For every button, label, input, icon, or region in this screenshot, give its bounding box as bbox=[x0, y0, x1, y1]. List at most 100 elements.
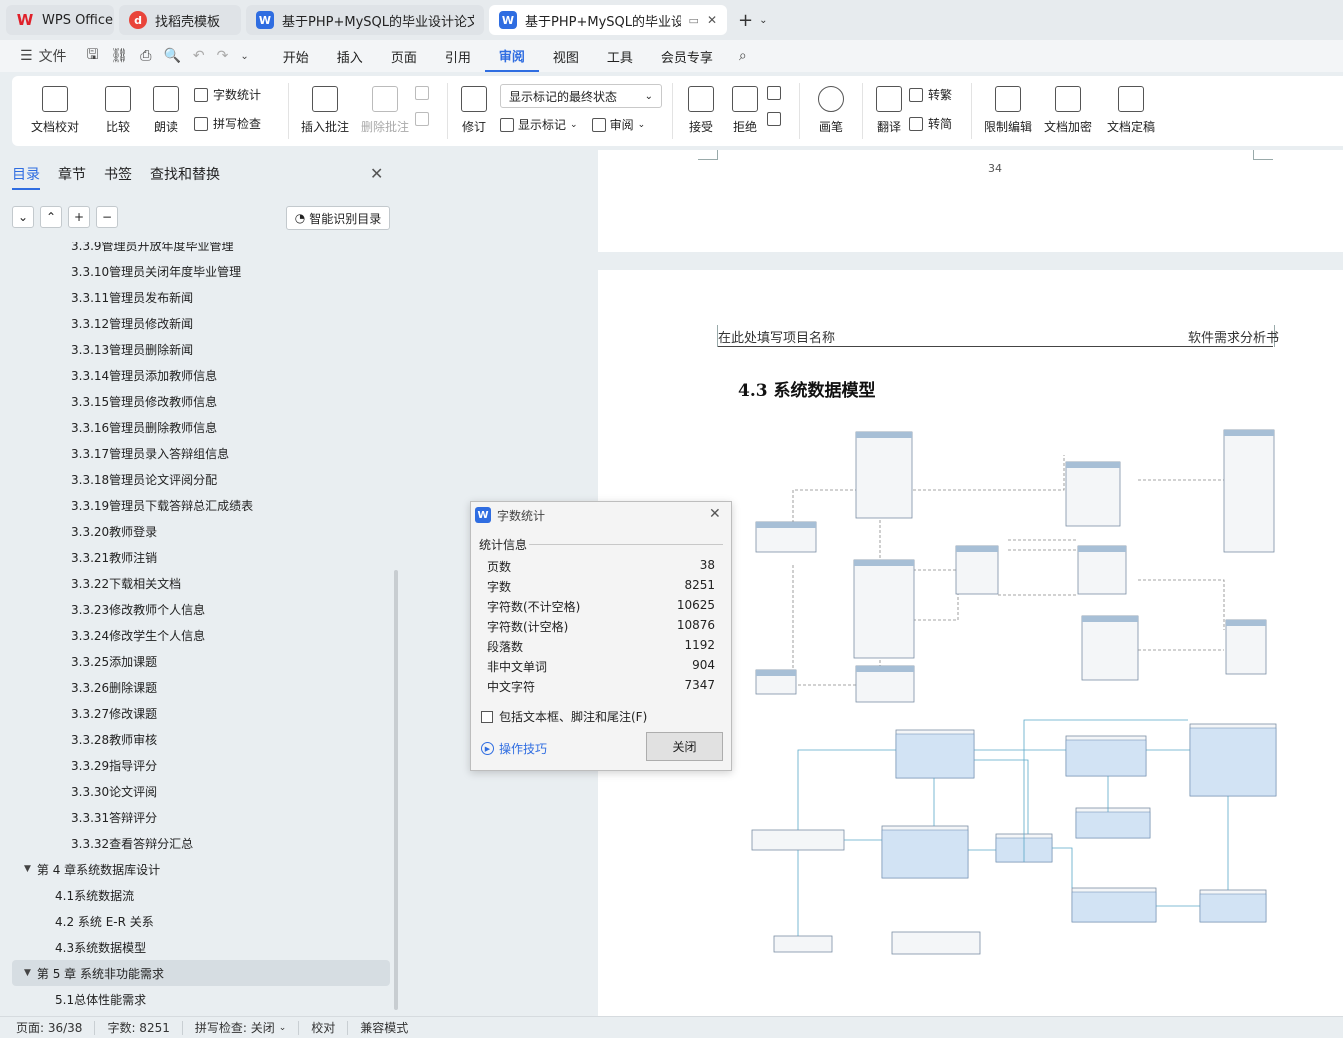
tab-document-1[interactable]: W 基于PHP+MySQL的毕业设计论文管理 bbox=[246, 5, 484, 35]
remove-heading-button[interactable]: − bbox=[96, 206, 118, 228]
close-icon[interactable]: ✕ bbox=[709, 506, 721, 522]
word-count-button[interactable]: 字数统计 bbox=[194, 86, 282, 103]
read-aloud-button[interactable]: 朗读 bbox=[138, 76, 194, 146]
add-heading-button[interactable]: + bbox=[68, 206, 90, 228]
toc-item[interactable]: 3.3.12管理员修改新闻 bbox=[0, 310, 392, 336]
expand-arrow-icon[interactable]: ▼ bbox=[24, 968, 31, 978]
toc-scrollbar[interactable] bbox=[394, 570, 398, 1010]
tab-wps-office[interactable]: W WPS Office bbox=[6, 5, 114, 35]
menu-start[interactable]: 开始 bbox=[269, 40, 323, 72]
nav-tab-chapters[interactable]: 章节 bbox=[58, 164, 86, 190]
toc-item[interactable]: 4.2 系统 E-R 关系 bbox=[0, 908, 392, 934]
toc-item[interactable]: 3.3.13管理员删除新闻 bbox=[0, 336, 392, 362]
redo-icon[interactable]: ↷ bbox=[211, 40, 235, 72]
nav-tab-find-replace[interactable]: 查找和替换 bbox=[150, 164, 220, 190]
toc-item[interactable]: 3.3.29指导评分 bbox=[0, 752, 392, 778]
save-icon[interactable]: 🖫 bbox=[81, 40, 105, 72]
collapse-down-button[interactable]: ⌄ bbox=[12, 206, 34, 228]
toc-item[interactable]: ▼ 第 5 章 系统非功能需求 bbox=[12, 960, 390, 986]
smart-toc-button[interactable]: ◔ 智能识别目录 bbox=[286, 206, 390, 230]
toc-item[interactable]: 3.3.27修改课题 bbox=[0, 700, 392, 726]
restrict-edit-button[interactable]: 限制编辑 bbox=[978, 76, 1038, 146]
nav-tab-toc[interactable]: 目录 bbox=[12, 164, 40, 190]
menu-reference[interactable]: 引用 bbox=[431, 40, 485, 72]
toc-item[interactable]: 3.3.16管理员删除教师信息 bbox=[0, 414, 392, 440]
toc-item[interactable]: 3.3.31答辩评分 bbox=[0, 804, 392, 830]
finalize-button[interactable]: 文档定稿 bbox=[1098, 76, 1164, 146]
delete-comment-button[interactable]: 删除批注 bbox=[355, 76, 415, 146]
toc-item[interactable]: 3.3.28教师审核 bbox=[0, 726, 392, 752]
checkbox-box[interactable] bbox=[481, 710, 493, 723]
revise-button[interactable]: 修订 bbox=[454, 76, 494, 146]
toc-item[interactable]: 3.3.26删除课题 bbox=[0, 674, 392, 700]
toc-item[interactable]: 3.3.30论文评阅 bbox=[0, 778, 392, 804]
toc-item[interactable]: ▼ 第 4 章系统数据库设计 bbox=[0, 856, 392, 882]
previous-comment-icon[interactable] bbox=[415, 86, 441, 100]
toc-item[interactable]: 3.3.10管理员关闭年度毕业管理 bbox=[0, 258, 392, 284]
to-simplified-button[interactable]: 转简 bbox=[909, 115, 965, 132]
print-icon[interactable]: ⎙ bbox=[134, 40, 157, 72]
toc-item[interactable]: 3.3.18管理员论文评阅分配 bbox=[0, 466, 392, 492]
close-tab-icon[interactable]: ✕ bbox=[707, 13, 717, 27]
nav-tab-bookmarks[interactable]: 书签 bbox=[104, 164, 132, 190]
to-traditional-button[interactable]: 转繁 bbox=[909, 86, 965, 103]
toc-item[interactable]: 3.3.20教师登录 bbox=[0, 518, 392, 544]
toc-item[interactable]: 3.3.9管理员开放年度毕业管理 bbox=[0, 242, 392, 258]
include-textbox-checkbox[interactable]: 包括文本框、脚注和尾注(F) bbox=[481, 708, 647, 725]
toc-item[interactable]: 3.3.17管理员录入答辩组信息 bbox=[0, 440, 392, 466]
toc-item[interactable]: 3.3.23修改教师个人信息 bbox=[0, 596, 392, 622]
file-menu[interactable]: ☰ 文件 bbox=[14, 40, 73, 72]
toc-item[interactable]: 3.3.15管理员修改教师信息 bbox=[0, 388, 392, 414]
toc-item[interactable]: 4.1系统数据流 bbox=[0, 882, 392, 908]
accept-button[interactable]: 接受 bbox=[679, 76, 723, 146]
reject-button[interactable]: 拒绝 bbox=[723, 76, 767, 146]
link-icon[interactable]: ⛓ bbox=[105, 40, 135, 72]
show-markup-button[interactable]: 显示标记 ⌄ bbox=[500, 116, 578, 133]
monitor-icon[interactable]: ▭ bbox=[689, 14, 699, 27]
toc-item[interactable]: 3.3.24修改学生个人信息 bbox=[0, 622, 392, 648]
review-pane-button[interactable]: 审阅 ⌄ bbox=[591, 116, 645, 133]
close-button[interactable]: 关闭 bbox=[646, 732, 723, 761]
spell-check-button[interactable]: 拼写检查 bbox=[194, 115, 282, 132]
status-spell[interactable]: 拼写检查: 关闭 ⌄ bbox=[183, 1020, 300, 1035]
menu-tools[interactable]: 工具 bbox=[593, 40, 647, 72]
toc-item[interactable]: 3.3.11管理员发布新闻 bbox=[0, 284, 392, 310]
print-preview-icon[interactable]: 🔍 bbox=[157, 40, 186, 72]
tips-link[interactable]: ▶ 操作技巧 bbox=[481, 740, 547, 757]
undo-icon[interactable]: ↶ bbox=[187, 40, 211, 72]
next-change-icon[interactable] bbox=[767, 112, 793, 126]
menu-page[interactable]: 页面 bbox=[377, 40, 431, 72]
toc-item[interactable]: 4.3系统数据模型 bbox=[0, 934, 392, 960]
collapse-up-button[interactable]: ⌃ bbox=[40, 206, 62, 228]
previous-change-icon[interactable] bbox=[767, 86, 793, 100]
toc-item[interactable]: 3.3.25添加课题 bbox=[0, 648, 392, 674]
encrypt-button[interactable]: 文档加密 bbox=[1038, 76, 1098, 146]
status-words[interactable]: 字数: 8251 bbox=[95, 1020, 183, 1035]
translate-button[interactable]: 翻译 bbox=[869, 76, 909, 146]
toc-item[interactable]: 5.1总体性能需求 bbox=[0, 986, 392, 1012]
menu-review[interactable]: 审阅 bbox=[484, 40, 539, 72]
markup-state-select[interactable]: 显示标记的最终状态 ⌄ bbox=[500, 84, 662, 108]
tab-daoke-templates[interactable]: d 找稻壳模板 bbox=[119, 5, 241, 35]
toc-item[interactable]: 3.3.19管理员下载答辩总汇成绩表 bbox=[0, 492, 392, 518]
status-page[interactable]: 页面: 36/38 bbox=[16, 1020, 96, 1035]
status-proof[interactable]: 校对 bbox=[299, 1020, 349, 1035]
toc-item[interactable]: 3.3.22下载相关文档 bbox=[0, 570, 392, 596]
search-icon[interactable]: ⌕ bbox=[733, 40, 753, 72]
expand-arrow-icon[interactable]: ▼ bbox=[24, 864, 31, 874]
close-icon[interactable]: ✕ bbox=[370, 164, 383, 183]
new-tab-button[interactable]: + ⌄ bbox=[732, 10, 773, 31]
compare-button[interactable]: 比较 bbox=[98, 76, 138, 146]
pen-button[interactable]: 画笔 bbox=[806, 76, 856, 146]
toc-item[interactable]: 3.3.14管理员添加教师信息 bbox=[0, 362, 392, 388]
quick-access-dropdown-icon[interactable]: ⌄ bbox=[234, 40, 254, 72]
menu-view[interactable]: 视图 bbox=[539, 40, 593, 72]
tab-document-active[interactable]: W 基于PHP+MySQL的毕业设计 ▭ ✕ bbox=[489, 5, 727, 35]
next-comment-icon[interactable] bbox=[415, 112, 441, 126]
toc-item[interactable]: 3.3.21教师注销 bbox=[0, 544, 392, 570]
menu-insert[interactable]: 插入 bbox=[323, 40, 377, 72]
doc-check-button[interactable]: 文档校对 bbox=[12, 76, 98, 146]
toc-item[interactable]: 3.3.32查看答辩分汇总 bbox=[0, 830, 392, 856]
insert-comment-button[interactable]: 插入批注 bbox=[295, 76, 355, 146]
menu-member[interactable]: 会员专享 bbox=[647, 40, 727, 72]
